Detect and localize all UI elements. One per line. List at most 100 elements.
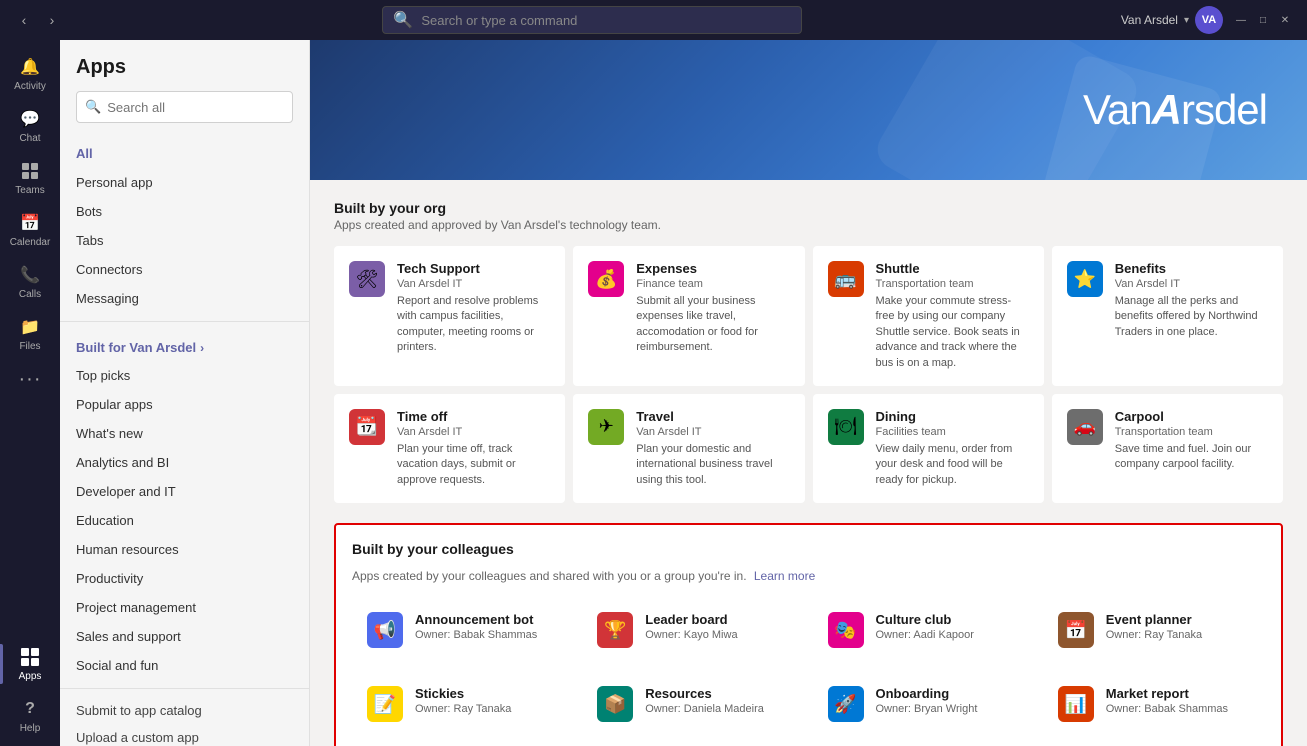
nav-item-messaging[interactable]: Messaging [60, 284, 309, 313]
app-card-stickies[interactable]: 📝 Stickies Owner: Ray Tanaka [352, 671, 574, 737]
app-name: Time off [397, 409, 550, 424]
nav-item-tabs[interactable]: Tabs [60, 226, 309, 255]
app-info: Benefits Van Arsdel IT Manage all the pe… [1115, 261, 1268, 371]
nav-item-label: Social and fun [76, 658, 158, 673]
app-owner: Van Arsdel IT [636, 426, 789, 438]
close-button[interactable]: ✕ [1275, 10, 1295, 30]
chevron-right-icon: › [200, 341, 204, 355]
maximize-button[interactable]: □ [1253, 10, 1273, 30]
built-by-colleagues-title: Built by your colleagues [352, 541, 1265, 557]
minimize-button[interactable]: — [1231, 10, 1251, 30]
sidebar-item-activity[interactable]: 🔔 Activity [0, 48, 60, 100]
apps-icon [19, 646, 41, 668]
more-icon: ··· [19, 368, 41, 390]
app-name: Culture club [876, 612, 1020, 627]
sidebar-item-label: Files [19, 341, 40, 352]
learn-more-link[interactable]: Learn more [754, 569, 815, 583]
submit-to-catalog-link[interactable]: Submit to app catalog [60, 697, 309, 724]
search-all-container[interactable]: 🔍 [76, 91, 293, 123]
nav-item-project-management[interactable]: Project management [60, 593, 309, 622]
app-card-resources[interactable]: 📦 Resources Owner: Daniela Madeira [582, 671, 804, 737]
search-all-input[interactable] [107, 100, 284, 115]
app-name: Announcement bot [415, 612, 559, 627]
files-icon: 📁 [19, 316, 41, 338]
app-owner: Owner: Ray Tanaka [1106, 629, 1250, 641]
app-icon: 📢 [367, 612, 403, 648]
chevron-down-icon: ▾ [1184, 15, 1189, 26]
sidebar-item-chat[interactable]: 💬 Chat [0, 100, 60, 152]
nav-item-connectors[interactable]: Connectors [60, 255, 309, 284]
app-desc: Submit all your business expenses like t… [636, 294, 789, 356]
app-info: Carpool Transportation team Save time an… [1115, 409, 1268, 488]
nav-item-all[interactable]: All [60, 139, 309, 168]
sidebar-item-help[interactable]: ? Help [0, 690, 60, 746]
nav-item-label: Bots [76, 204, 102, 219]
sidebar-item-teams[interactable]: Teams [0, 152, 60, 204]
forward-button[interactable]: › [40, 8, 64, 32]
app-name: Benefits [1115, 261, 1268, 276]
built-by-colleagues-section: Built by your colleagues Apps created by… [334, 523, 1283, 746]
app-name: Stickies [415, 686, 559, 701]
sidebar-item-calls[interactable]: 📞 Calls [0, 256, 60, 308]
app-card-announcement-bot[interactable]: 📢 Announcement bot Owner: Babak Shammas [352, 597, 574, 663]
app-info: Event planner Owner: Ray Tanaka [1106, 612, 1250, 648]
nav-item-analytics-bi[interactable]: Analytics and BI [60, 448, 309, 477]
app-desc: Save time and fuel. Join our company car… [1115, 442, 1268, 473]
app-icon: 💰 [588, 261, 624, 297]
app-card-tech-support[interactable]: 🛠 Tech Support Van Arsdel IT Report and … [334, 246, 565, 386]
app-desc: View daily menu, order from your desk an… [876, 442, 1029, 488]
banner: VanArsdel [310, 40, 1307, 180]
nav-item-whats-new[interactable]: What's new [60, 419, 309, 448]
nav-item-label: Top picks [76, 368, 130, 383]
app-info: Stickies Owner: Ray Tanaka [415, 686, 559, 722]
app-icon: ⭐ [1067, 261, 1103, 297]
title-bar-right: Van Arsdel ▾ VA — □ ✕ [1121, 6, 1295, 34]
app-name: Market report [1106, 686, 1250, 701]
nav-item-personal-app[interactable]: Personal app [60, 168, 309, 197]
icon-sidebar: 🔔 Activity 💬 Chat Teams 📅 Calendar 📞 Cal… [0, 40, 60, 746]
nav-item-education[interactable]: Education [60, 506, 309, 535]
back-button[interactable]: ‹ [12, 8, 36, 32]
nav-item-human-resources[interactable]: Human resources [60, 535, 309, 564]
search-input[interactable] [421, 13, 791, 28]
app-card-expenses[interactable]: 💰 Expenses Finance team Submit all your … [573, 246, 804, 386]
app-info: Time off Van Arsdel IT Plan your time of… [397, 409, 550, 488]
app-owner: Owner: Babak Shammas [415, 629, 559, 641]
nav-item-label: Analytics and BI [76, 455, 169, 470]
app-card-shuttle[interactable]: 🚌 Shuttle Transportation team Make your … [813, 246, 1044, 386]
app-card-leader-board[interactable]: 🏆 Leader board Owner: Kayo Miwa [582, 597, 804, 663]
sidebar-item-calendar[interactable]: 📅 Calendar [0, 204, 60, 256]
nav-item-top-picks[interactable]: Top picks [60, 361, 309, 390]
app-card-onboarding[interactable]: 🚀 Onboarding Owner: Bryan Wright [813, 671, 1035, 737]
app-owner: Van Arsdel IT [397, 278, 550, 290]
app-card-carpool[interactable]: 🚗 Carpool Transportation team Save time … [1052, 394, 1283, 503]
app-name: Leader board [645, 612, 789, 627]
app-card-benefits[interactable]: ⭐ Benefits Van Arsdel IT Manage all the … [1052, 246, 1283, 386]
nav-item-popular-apps[interactable]: Popular apps [60, 390, 309, 419]
app-icon: 🎭 [828, 612, 864, 648]
nav-item-social-fun[interactable]: Social and fun [60, 651, 309, 680]
built-for-text: Built for Van Arsdel [76, 340, 196, 355]
nav-item-developer-it[interactable]: Developer and IT [60, 477, 309, 506]
nav-item-bots[interactable]: Bots [60, 197, 309, 226]
nav-item-sales-support[interactable]: Sales and support [60, 622, 309, 651]
nav-item-productivity[interactable]: Productivity [60, 564, 309, 593]
app-card-event-planner[interactable]: 📅 Event planner Owner: Ray Tanaka [1043, 597, 1265, 663]
app-card-culture-club[interactable]: 🎭 Culture club Owner: Aadi Kapoor [813, 597, 1035, 663]
app-card-market-report[interactable]: 📊 Market report Owner: Babak Shammas [1043, 671, 1265, 737]
global-search[interactable]: 🔍 [382, 6, 802, 34]
upload-custom-app-link[interactable]: Upload a custom app [60, 724, 309, 746]
app-desc: Plan your domestic and international bus… [636, 442, 789, 488]
built-by-org-subtitle: Apps created and approved by Van Arsdel'… [334, 218, 1283, 232]
app-desc: Make your commute stress-free by using o… [876, 294, 1029, 371]
sidebar-item-more[interactable]: ··· [0, 360, 60, 398]
app-icon: 📅 [1058, 612, 1094, 648]
built-for-label[interactable]: Built for Van Arsdel › [60, 330, 309, 361]
app-card-time-off[interactable]: 📆 Time off Van Arsdel IT Plan your time … [334, 394, 565, 503]
sidebar-item-files[interactable]: 📁 Files [0, 308, 60, 360]
app-card-dining[interactable]: 🍽 Dining Facilities team View daily menu… [813, 394, 1044, 503]
app-card-travel[interactable]: ✈ Travel Van Arsdel IT Plan your domesti… [573, 394, 804, 503]
sidebar-item-label: Activity [14, 81, 46, 92]
sidebar-item-label: Apps [19, 671, 42, 682]
sidebar-item-apps[interactable]: Apps [0, 638, 60, 690]
